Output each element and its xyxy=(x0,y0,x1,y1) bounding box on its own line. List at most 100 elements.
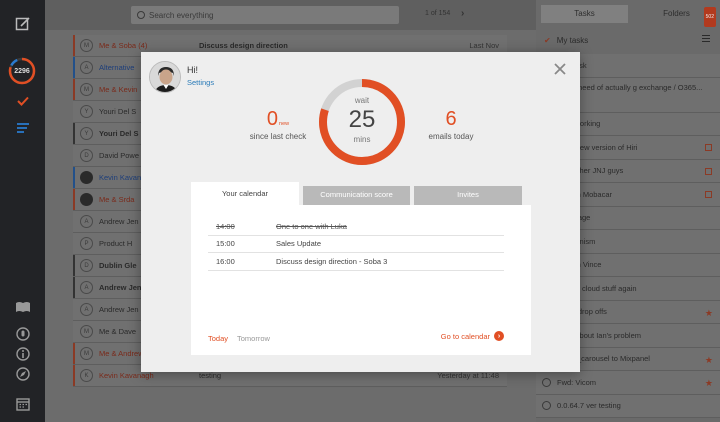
event-title: Sales Update xyxy=(276,239,322,249)
menu-icon[interactable] xyxy=(702,35,710,42)
arrow-right-icon: › xyxy=(494,331,504,341)
avatar xyxy=(80,193,93,206)
sender-initial: A xyxy=(80,61,93,74)
sender-initial: A xyxy=(80,303,93,316)
sender-initial: Y xyxy=(80,105,93,118)
star-icon[interactable]: ★ xyxy=(705,355,713,366)
tab-tasks[interactable]: Tasks xyxy=(541,5,628,23)
wait-label: wait xyxy=(354,96,370,105)
subject: testing xyxy=(199,371,222,380)
sender-initial: M xyxy=(80,325,93,338)
close-icon[interactable] xyxy=(553,62,567,76)
sender-initial: A xyxy=(80,281,93,294)
calendar-event[interactable]: 16:00 Discuss design direction - Soba 3 xyxy=(208,253,504,271)
task-text: new task xyxy=(557,61,720,70)
new-count-label: since last check xyxy=(249,132,307,141)
go-to-calendar-button[interactable]: Go to calendar › xyxy=(441,331,504,341)
sender: Me & Soba (4) xyxy=(99,41,148,50)
compass-icon[interactable] xyxy=(0,366,45,382)
star-icon[interactable]: ★ xyxy=(705,378,713,389)
pager-label: 1 of 154 xyxy=(425,10,451,17)
task-text: 0.0.64.7 ver testing xyxy=(557,401,621,411)
sender-initial: M xyxy=(80,39,93,52)
task-text: ome page xyxy=(557,213,591,223)
search-icon xyxy=(137,11,145,19)
wait-value: 25 xyxy=(348,106,376,133)
avatar[interactable] xyxy=(149,61,181,93)
task-text: t Hiri working xyxy=(557,119,601,129)
event-time: 15:00 xyxy=(216,239,235,249)
task-text: brian new version of Hiri xyxy=(557,142,638,152)
date: Last Nov xyxy=(469,41,499,50)
dialog-tabs: Your calendar Communication score Invite… xyxy=(191,182,531,206)
today-link[interactable]: Today xyxy=(208,334,228,343)
event-title: One to one with Luka xyxy=(276,221,347,231)
subject: Discuss design direction xyxy=(199,41,288,50)
my-tasks-header: ✔ My tasks xyxy=(536,31,720,49)
sender: Kevin Kavanagh xyxy=(99,371,154,380)
right-tabs: Tasks Folders 502 xyxy=(536,5,720,27)
event-time: 16:00 xyxy=(216,256,235,266)
task-text: in to other JNJ guys xyxy=(557,166,624,176)
task-text: We in need of actually g exchange / O365… xyxy=(557,82,703,92)
list-icon[interactable] xyxy=(0,121,45,135)
task-text: Luka about Ian's problem xyxy=(557,330,641,340)
task-checkbox[interactable] xyxy=(542,401,551,411)
task-text: up with Vince xyxy=(557,260,602,270)
task-text: out to drop offs xyxy=(557,307,607,317)
next-page-icon[interactable]: › xyxy=(461,8,464,19)
tab-communication-score[interactable]: Communication score xyxy=(303,186,410,206)
event-time: 14:00 xyxy=(216,221,235,231)
calendar-icon[interactable] xyxy=(0,396,45,412)
task-text: ad gen cloud stuff again xyxy=(557,283,637,293)
emails-today-label: emails today xyxy=(428,132,474,141)
sender-initial: K xyxy=(80,369,93,382)
sender-initial: M xyxy=(80,83,93,96)
my-tasks-title: My tasks xyxy=(556,35,589,45)
settings-link[interactable]: Settings xyxy=(187,78,214,87)
tab-folders-label: Folders xyxy=(663,9,690,18)
sender-initial: Y xyxy=(80,127,93,140)
calendar-event[interactable]: 14:00 One to one with Luka xyxy=(208,218,504,236)
sender-initial: M xyxy=(80,347,93,360)
bulb-icon[interactable] xyxy=(0,326,45,342)
info-icon[interactable] xyxy=(0,346,45,362)
task-item[interactable]: 0.0.64.7 ver testing xyxy=(536,394,720,418)
book-icon[interactable] xyxy=(0,300,45,314)
counter-ring[interactable]: 2296 xyxy=(8,57,36,85)
calendar-event[interactable]: 15:00 Sales Update xyxy=(208,236,504,253)
go-to-calendar-label: Go to calendar xyxy=(440,331,490,341)
event-title: Discuss design direction - Soba 3 xyxy=(276,256,388,266)
avatar xyxy=(80,171,93,184)
wait-unit: mins xyxy=(353,135,371,144)
tomorrow-link[interactable]: Tomorrow xyxy=(237,334,270,343)
left-rail: 2296 xyxy=(0,0,45,422)
calendar-icon[interactable] xyxy=(705,191,712,198)
sender-initial: A xyxy=(80,215,93,228)
calendar-footer: Today Tomorrow Go to calendar › xyxy=(208,331,504,345)
emails-today: 6 emails today xyxy=(413,108,489,141)
calendar-icon[interactable] xyxy=(705,144,712,151)
sender-initial: P xyxy=(80,237,93,250)
tab-invites[interactable]: Invites xyxy=(414,186,522,206)
counter-value: 2296 xyxy=(14,67,30,75)
sender-initial: D xyxy=(80,259,93,272)
star-icon[interactable]: ★ xyxy=(705,308,713,319)
hi-dialog: Hi! Settings 0new since last check wait … xyxy=(141,52,580,372)
folders-badge: 502 xyxy=(703,7,716,27)
task-checkbox[interactable] xyxy=(542,377,551,387)
new-count-suffix: new xyxy=(279,121,290,127)
task-item[interactable]: Fwd: Vicom ★ xyxy=(536,371,720,395)
emails-today-count: 6 xyxy=(445,108,457,130)
task-text: mechanism xyxy=(557,237,720,246)
compose-icon[interactable] xyxy=(0,14,45,34)
new-count: 0 xyxy=(266,108,279,130)
event-list: 14:00 One to one with Luka 15:00 Sales Upda… xyxy=(208,218,504,271)
check-icon[interactable] xyxy=(0,94,45,108)
calendar-icon[interactable] xyxy=(705,167,712,175)
check-icon: ✔ xyxy=(544,35,551,45)
tab-folders[interactable]: Folders 502 xyxy=(633,5,720,27)
tab-your-calendar[interactable]: Your calendar xyxy=(191,182,299,206)
task-text: mised_carousel to Mixpanel xyxy=(557,354,650,364)
search-input[interactable]: Search everything xyxy=(131,6,399,24)
